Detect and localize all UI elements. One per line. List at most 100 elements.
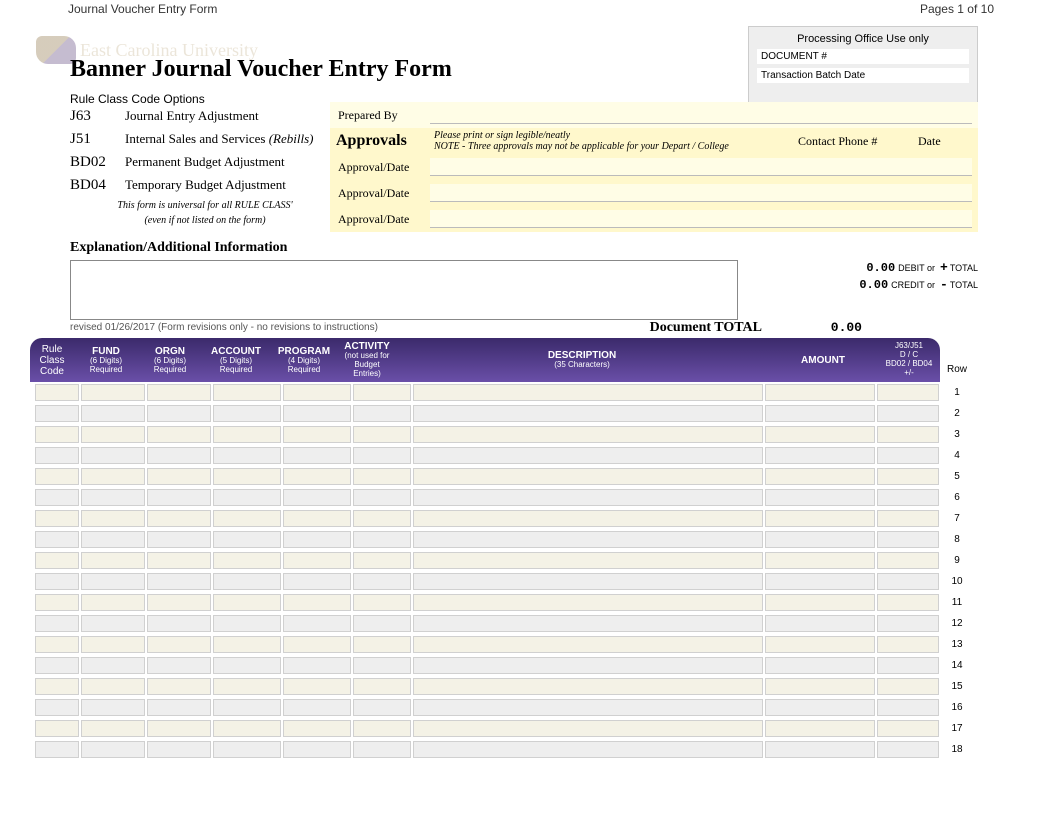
grid-cell[interactable]: [213, 552, 281, 569]
grid-cell[interactable]: [765, 594, 875, 611]
grid-cell[interactable]: [213, 573, 281, 590]
grid-cell[interactable]: [283, 468, 351, 485]
grid-cell[interactable]: [283, 489, 351, 506]
grid-cell[interactable]: [413, 678, 763, 695]
grid-cell[interactable]: [81, 405, 145, 422]
grid-cell[interactable]: [81, 531, 145, 548]
grid-cell[interactable]: [213, 447, 281, 464]
grid-cell[interactable]: [283, 552, 351, 569]
grid-cell[interactable]: [213, 678, 281, 695]
grid-cell[interactable]: [213, 426, 281, 443]
grid-cell[interactable]: [35, 699, 79, 716]
grid-cell[interactable]: [877, 531, 939, 548]
grid-cell[interactable]: [147, 573, 211, 590]
grid-cell[interactable]: [147, 594, 211, 611]
grid-cell[interactable]: [147, 741, 211, 758]
grid-cell[interactable]: [877, 573, 939, 590]
grid-cell[interactable]: [81, 426, 145, 443]
grid-cell[interactable]: [765, 426, 875, 443]
grid-cell[interactable]: [35, 573, 79, 590]
grid-cell[interactable]: [35, 384, 79, 401]
grid-cell[interactable]: [81, 699, 145, 716]
grid-cell[interactable]: [413, 510, 763, 527]
grid-cell[interactable]: [81, 594, 145, 611]
grid-cell[interactable]: [283, 384, 351, 401]
grid-cell[interactable]: [213, 657, 281, 674]
grid-cell[interactable]: [213, 594, 281, 611]
grid-cell[interactable]: [35, 447, 79, 464]
grid-cell[interactable]: [765, 615, 875, 632]
grid-cell[interactable]: [81, 657, 145, 674]
grid-cell[interactable]: [765, 405, 875, 422]
grid-cell[interactable]: [413, 447, 763, 464]
grid-cell[interactable]: [765, 489, 875, 506]
grid-cell[interactable]: [213, 468, 281, 485]
grid-cell[interactable]: [81, 615, 145, 632]
grid-cell[interactable]: [765, 720, 875, 737]
approval-input-1[interactable]: [430, 158, 972, 176]
grid-cell[interactable]: [413, 405, 763, 422]
grid-cell[interactable]: [877, 426, 939, 443]
grid-cell[interactable]: [35, 720, 79, 737]
grid-cell[interactable]: [877, 678, 939, 695]
grid-cell[interactable]: [213, 531, 281, 548]
grid-cell[interactable]: [35, 636, 79, 653]
grid-cell[interactable]: [213, 405, 281, 422]
grid-cell[interactable]: [353, 699, 411, 716]
grid-cell[interactable]: [147, 636, 211, 653]
grid-cell[interactable]: [877, 615, 939, 632]
grid-cell[interactable]: [353, 615, 411, 632]
grid-cell[interactable]: [765, 636, 875, 653]
grid-cell[interactable]: [283, 678, 351, 695]
grid-cell[interactable]: [765, 573, 875, 590]
grid-cell[interactable]: [81, 636, 145, 653]
grid-cell[interactable]: [413, 468, 763, 485]
approval-input-3[interactable]: [430, 210, 972, 228]
grid-cell[interactable]: [283, 615, 351, 632]
prepared-by-input[interactable]: [430, 106, 972, 124]
grid-cell[interactable]: [877, 405, 939, 422]
grid-cell[interactable]: [353, 552, 411, 569]
grid-cell[interactable]: [147, 468, 211, 485]
grid-cell[interactable]: [283, 741, 351, 758]
grid-cell[interactable]: [35, 489, 79, 506]
grid-cell[interactable]: [147, 489, 211, 506]
grid-cell[interactable]: [147, 615, 211, 632]
grid-cell[interactable]: [877, 552, 939, 569]
grid-cell[interactable]: [877, 699, 939, 716]
grid-cell[interactable]: [765, 741, 875, 758]
grid-cell[interactable]: [283, 531, 351, 548]
grid-cell[interactable]: [283, 510, 351, 527]
grid-cell[interactable]: [147, 678, 211, 695]
grid-cell[interactable]: [765, 657, 875, 674]
grid-cell[interactable]: [35, 426, 79, 443]
grid-cell[interactable]: [413, 426, 763, 443]
grid-cell[interactable]: [353, 384, 411, 401]
grid-cell[interactable]: [35, 741, 79, 758]
grid-cell[interactable]: [213, 615, 281, 632]
grid-cell[interactable]: [213, 510, 281, 527]
grid-cell[interactable]: [81, 447, 145, 464]
grid-cell[interactable]: [765, 531, 875, 548]
grid-cell[interactable]: [413, 552, 763, 569]
grid-cell[interactable]: [877, 636, 939, 653]
grid-cell[interactable]: [353, 489, 411, 506]
grid-cell[interactable]: [147, 699, 211, 716]
grid-cell[interactable]: [353, 573, 411, 590]
grid-cell[interactable]: [877, 741, 939, 758]
grid-cell[interactable]: [353, 426, 411, 443]
grid-cell[interactable]: [35, 552, 79, 569]
grid-cell[interactable]: [213, 741, 281, 758]
grid-cell[interactable]: [283, 573, 351, 590]
grid-cell[interactable]: [35, 615, 79, 632]
grid-cell[interactable]: [353, 636, 411, 653]
grid-cell[interactable]: [213, 720, 281, 737]
grid-cell[interactable]: [147, 447, 211, 464]
grid-cell[interactable]: [213, 489, 281, 506]
grid-cell[interactable]: [413, 531, 763, 548]
grid-cell[interactable]: [877, 594, 939, 611]
grid-cell[interactable]: [147, 531, 211, 548]
grid-cell[interactable]: [877, 657, 939, 674]
grid-cell[interactable]: [413, 657, 763, 674]
grid-cell[interactable]: [353, 447, 411, 464]
